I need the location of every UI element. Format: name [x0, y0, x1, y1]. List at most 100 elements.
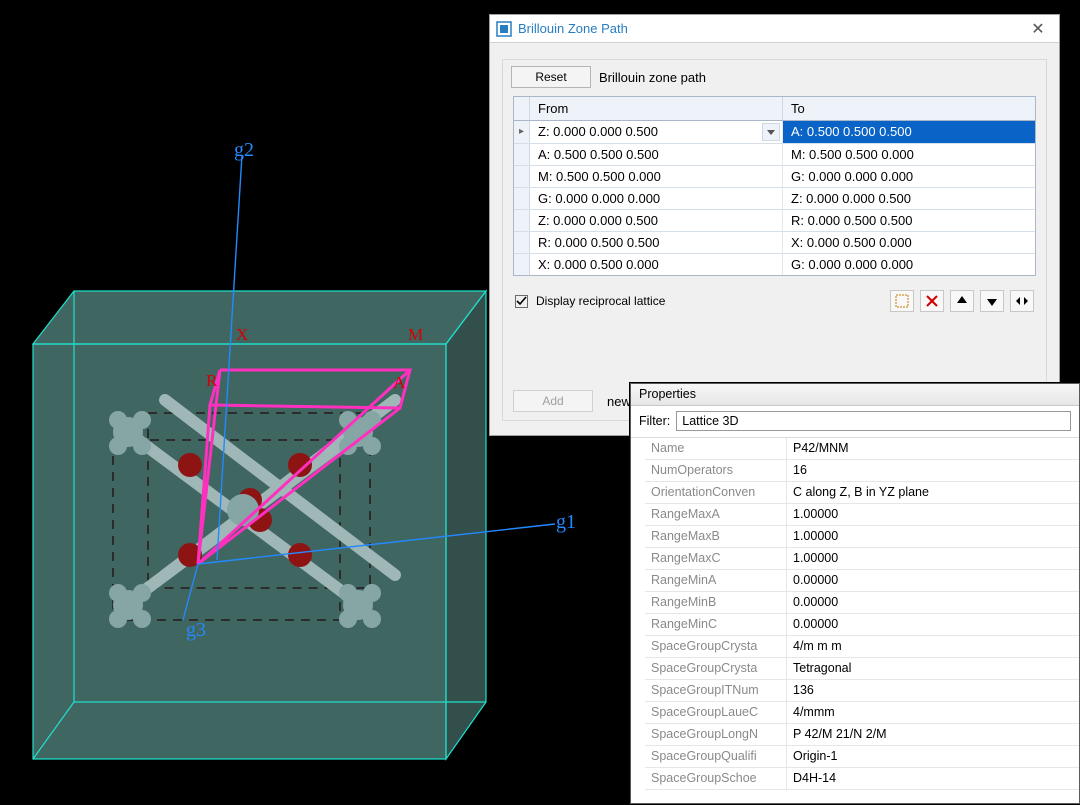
property-row[interactable]: RangeMaxB1.00000: [645, 526, 1079, 548]
col-to-header[interactable]: To: [783, 97, 1035, 120]
property-name: Name: [645, 438, 787, 459]
reset-button[interactable]: Reset: [511, 66, 591, 88]
close-icon[interactable]: ✕: [1023, 19, 1053, 39]
cell-from[interactable]: A: 0.500 0.500 0.500: [530, 144, 783, 165]
property-row[interactable]: SpaceGroupCrystaTetragonal: [645, 658, 1079, 680]
row-handle[interactable]: ▸: [514, 121, 530, 143]
cell-from[interactable]: G: 0.000 0.000 0.000: [530, 188, 783, 209]
property-row[interactable]: NumOperators16: [645, 460, 1079, 482]
property-name: RangeMaxA: [645, 504, 787, 525]
cell-to[interactable]: G: 0.000 0.000 0.000: [783, 166, 1035, 187]
property-value[interactable]: 1.00000: [787, 548, 1079, 569]
grid-row[interactable]: R: 0.000 0.500 0.500X: 0.000 0.500 0.000: [514, 231, 1035, 253]
property-name: OrientationConven: [645, 482, 787, 503]
move-down-icon[interactable]: [980, 290, 1004, 312]
row-handle[interactable]: [514, 166, 530, 187]
grid-row[interactable]: A: 0.500 0.500 0.500M: 0.500 0.500 0.000: [514, 143, 1035, 165]
move-horiz-icon[interactable]: [1010, 290, 1034, 312]
axis-g1-label: g1: [556, 511, 576, 533]
property-value[interactable]: Origin-1: [787, 746, 1079, 767]
axis-g2-label: g2: [234, 139, 254, 161]
property-row[interactable]: SpaceGroupCrysta4/m m m: [645, 636, 1079, 658]
property-value[interactable]: P42/MNM: [787, 438, 1079, 459]
cell-from[interactable]: Z: 0.000 0.000 0.500: [530, 210, 783, 231]
grid-row[interactable]: X: 0.000 0.500 0.000G: 0.000 0.000 0.000: [514, 253, 1035, 275]
point-A-label: A: [393, 373, 406, 392]
property-name: RangeMaxB: [645, 526, 787, 547]
cell-to[interactable]: A: 0.500 0.500 0.500: [783, 121, 1035, 143]
property-name: RangeMinA: [645, 570, 787, 591]
property-value[interactable]: Tetragonal: [787, 658, 1079, 679]
property-value[interactable]: 0.00000: [787, 570, 1079, 591]
cell-from[interactable]: X: 0.000 0.500 0.000: [530, 254, 783, 275]
filter-label: Filter:: [639, 414, 670, 428]
cell-from[interactable]: R: 0.000 0.500 0.500: [530, 232, 783, 253]
property-row[interactable]: SpaceGroupLongNP 42/M 21/N 2/M: [645, 724, 1079, 746]
row-handle[interactable]: [514, 232, 530, 253]
cell-from[interactable]: M: 0.500 0.500 0.000: [530, 166, 783, 187]
property-row[interactable]: RangeMaxC1.00000: [645, 548, 1079, 570]
delete-icon[interactable]: [920, 290, 944, 312]
grid-row[interactable]: Z: 0.000 0.000 0.500R: 0.000 0.500 0.500: [514, 209, 1035, 231]
cell-from[interactable]: Z: 0.000 0.000 0.500: [530, 121, 783, 143]
add-note: new: [607, 394, 631, 409]
chevron-down-icon[interactable]: [762, 123, 780, 141]
property-name: SpaceGroupQualifi: [645, 746, 787, 767]
property-row[interactable]: RangeMinA0.00000: [645, 570, 1079, 592]
property-name: SpaceGroupCrysta: [645, 658, 787, 679]
property-value[interactable]: 16: [787, 460, 1079, 481]
property-value[interactable]: P 42/M 21/N 2/M: [787, 724, 1079, 745]
property-value[interactable]: C along Z, B in YZ plane: [787, 482, 1079, 503]
filter-input[interactable]: [676, 411, 1071, 431]
property-row[interactable]: RangeMinC0.00000: [645, 614, 1079, 636]
property-name: SpaceGroupSchoe: [645, 768, 787, 789]
dialog-title: Brillouin Zone Path: [518, 21, 628, 36]
point-M-label: M: [408, 325, 423, 344]
display-reciprocal-checkbox[interactable]: [515, 295, 528, 308]
property-value[interactable]: 4/mmm: [787, 702, 1079, 723]
property-row[interactable]: SpaceGroupQualifiOrigin-1: [645, 746, 1079, 768]
dialog-titlebar[interactable]: Brillouin Zone Path ✕: [490, 15, 1059, 43]
grid-row[interactable]: M: 0.500 0.500 0.000G: 0.000 0.000 0.000: [514, 165, 1035, 187]
properties-title: Properties: [631, 384, 1079, 406]
add-button[interactable]: Add: [513, 390, 593, 412]
display-reciprocal-label: Display reciprocal lattice: [536, 294, 665, 308]
property-value[interactable]: 0.00000: [787, 592, 1079, 613]
row-handle[interactable]: [514, 254, 530, 275]
row-handle[interactable]: [514, 144, 530, 165]
row-handle[interactable]: [514, 210, 530, 231]
property-name: NumOperators: [645, 460, 787, 481]
property-row[interactable]: SpaceGroupITNum136: [645, 680, 1079, 702]
bz-path-dialog: Brillouin Zone Path ✕ Reset Brillouin zo…: [489, 14, 1060, 436]
grid-row[interactable]: G: 0.000 0.000 0.000Z: 0.000 0.000 0.500: [514, 187, 1035, 209]
property-row[interactable]: RangeMaxA1.00000: [645, 504, 1079, 526]
property-name: RangeMaxC: [645, 548, 787, 569]
property-name: RangeMinB: [645, 592, 787, 613]
grid-row[interactable]: ▸Z: 0.000 0.000 0.500A: 0.500 0.500 0.50…: [514, 121, 1035, 143]
cell-to[interactable]: X: 0.000 0.500 0.000: [783, 232, 1035, 253]
cell-to[interactable]: M: 0.500 0.500 0.000: [783, 144, 1035, 165]
move-up-icon[interactable]: [950, 290, 974, 312]
property-value[interactable]: 136: [787, 680, 1079, 701]
property-row[interactable]: NameP42/MNM: [645, 438, 1079, 460]
property-row[interactable]: SpaceGroupSchoeD4H-14: [645, 768, 1079, 790]
property-row[interactable]: RangeMinB0.00000: [645, 592, 1079, 614]
property-value[interactable]: 4/m m m: [787, 636, 1079, 657]
property-value[interactable]: 0.00000: [787, 614, 1079, 635]
col-from-header[interactable]: From: [530, 97, 783, 120]
property-value[interactable]: 1.00000: [787, 526, 1079, 547]
property-value[interactable]: 1.00000: [787, 504, 1079, 525]
bz-path-grid[interactable]: From To ▸Z: 0.000 0.000 0.500A: 0.500 0.…: [513, 96, 1036, 276]
cell-to[interactable]: R: 0.000 0.500 0.500: [783, 210, 1035, 231]
cell-to[interactable]: Z: 0.000 0.000 0.500: [783, 188, 1035, 209]
property-row[interactable]: SpaceGroupLaueC4/mmm: [645, 702, 1079, 724]
select-rect-icon[interactable]: [890, 290, 914, 312]
row-handle[interactable]: [514, 188, 530, 209]
cell-to[interactable]: G: 0.000 0.000 0.000: [783, 254, 1035, 275]
point-R-label: R: [206, 371, 218, 390]
property-row[interactable]: OrientationConvenC along Z, B in YZ plan…: [645, 482, 1079, 504]
property-value[interactable]: D4H-14: [787, 768, 1079, 789]
property-name: SpaceGroupLaueC: [645, 702, 787, 723]
property-name: SpaceGroupCrysta: [645, 636, 787, 657]
point-X-label: X: [236, 325, 248, 344]
